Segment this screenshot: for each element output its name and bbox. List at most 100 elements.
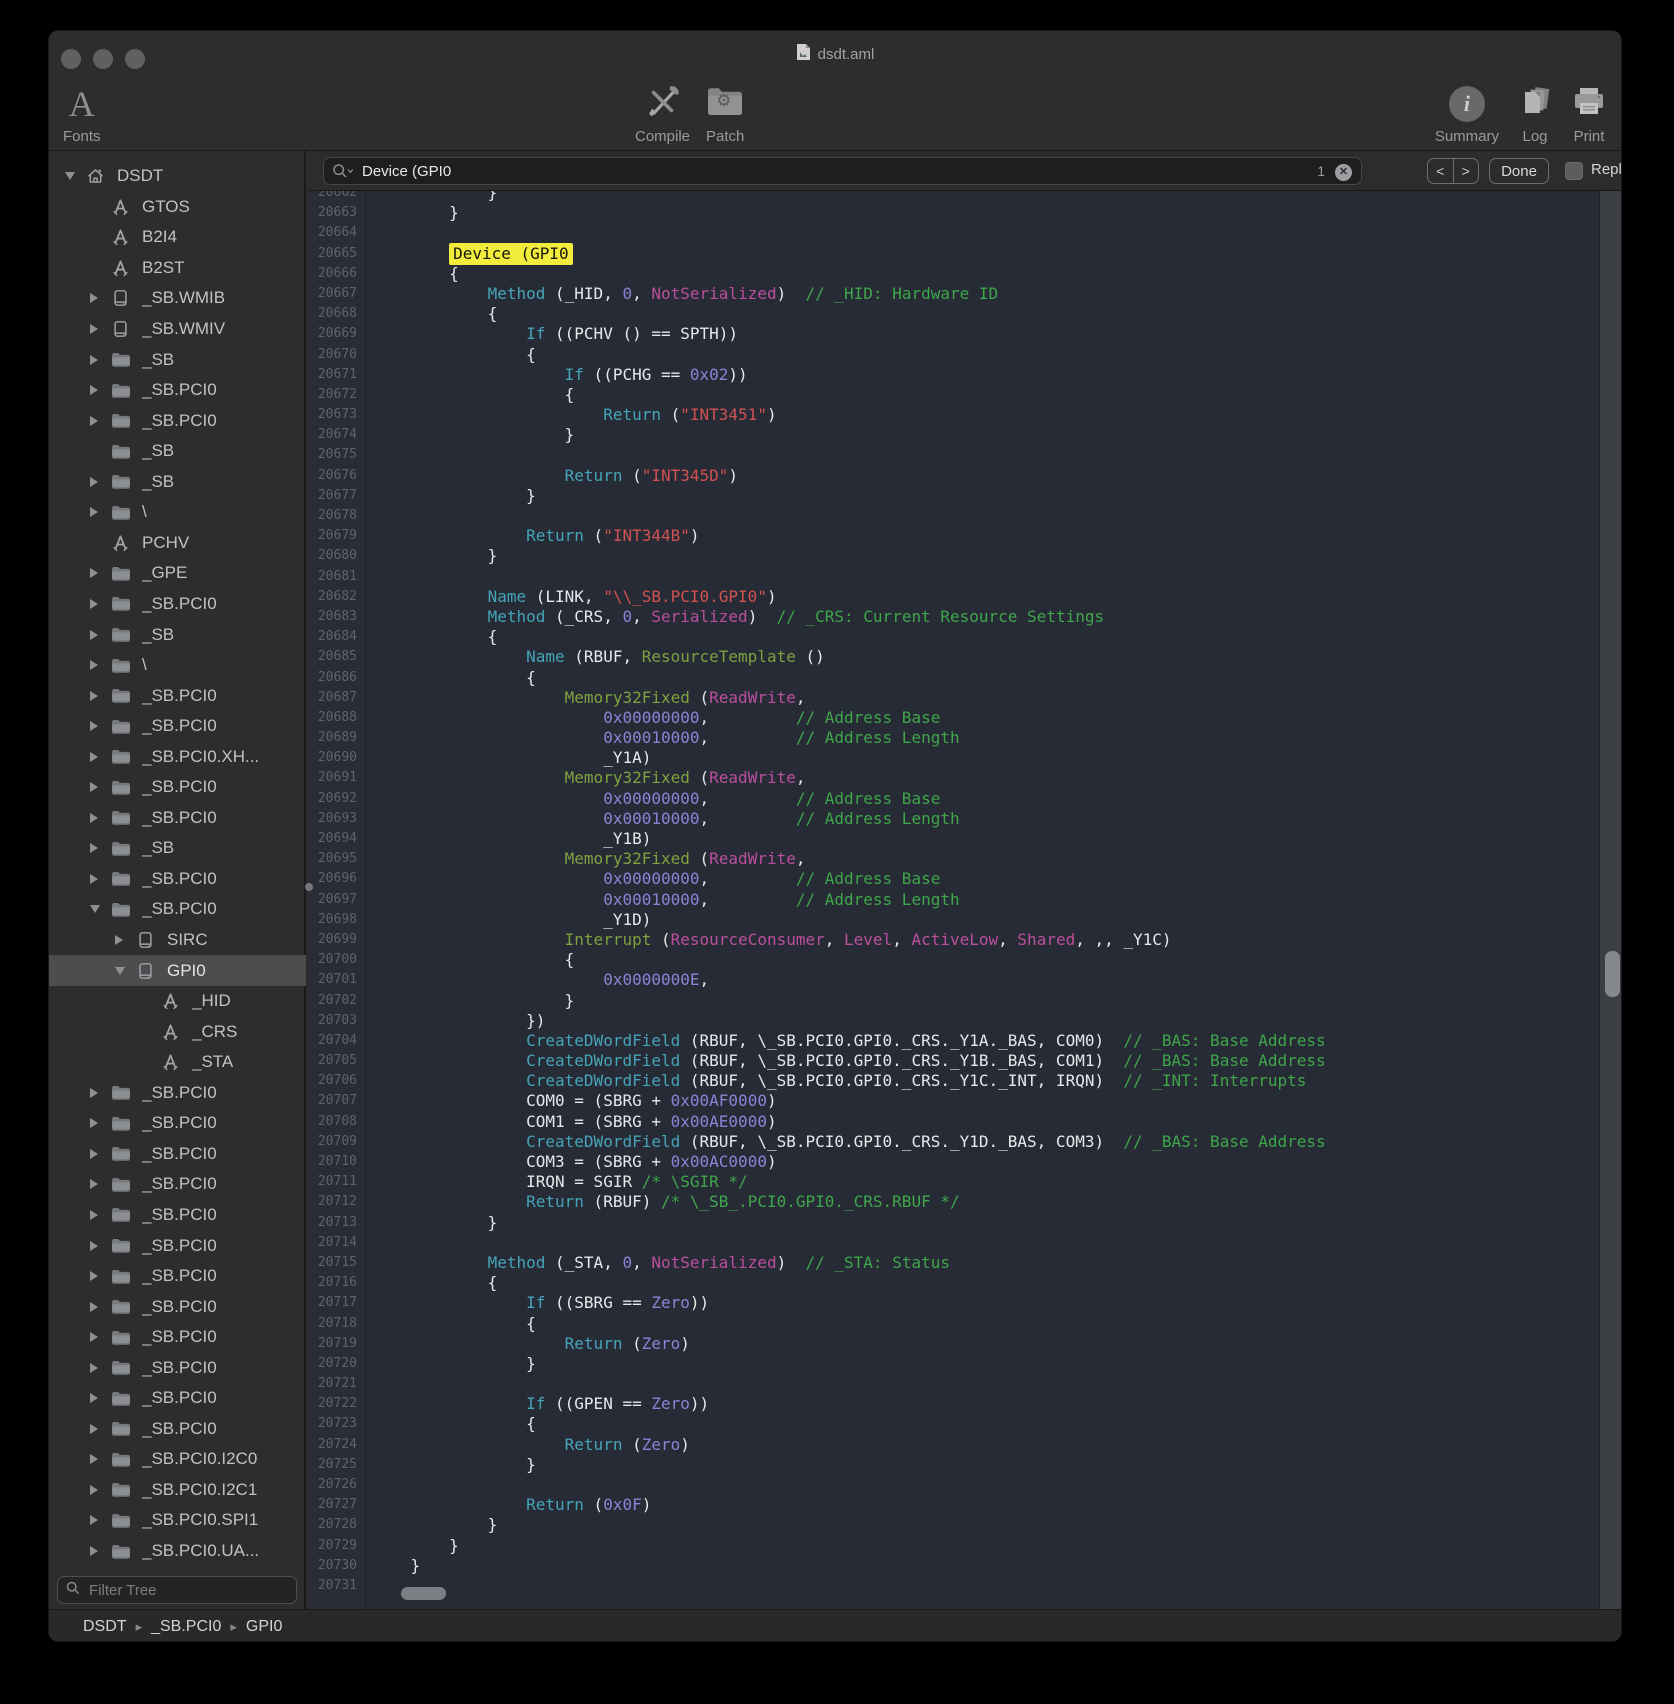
disclosure-triangle[interactable] <box>90 507 110 517</box>
sidebar-item-sb-pci0[interactable]: _SB.PCI0 <box>49 1139 306 1170</box>
search-menu-icon[interactable] <box>332 163 354 180</box>
disclosure-triangle[interactable] <box>115 967 135 975</box>
disclosure-triangle[interactable] <box>90 874 110 884</box>
done-button[interactable]: Done <box>1489 158 1549 184</box>
disclosure-triangle[interactable] <box>90 1485 110 1495</box>
filter-tree-input[interactable] <box>87 1581 277 1600</box>
breadcrumb-segment-scope[interactable]: _SB.PCI0 <box>151 1618 221 1636</box>
vertical-scrollbar-track[interactable] <box>1599 191 1622 1609</box>
sidebar-item-sta[interactable]: _STA <box>49 1047 306 1078</box>
disclosure-triangle[interactable] <box>90 416 110 426</box>
disclosure-triangle[interactable] <box>90 721 110 731</box>
sidebar-item-sb-pci0[interactable]: _SB.PCI0 <box>49 1352 306 1383</box>
sidebar-item-dsdt[interactable]: DSDT <box>49 161 306 192</box>
disclosure-triangle[interactable] <box>90 1302 110 1312</box>
disclosure-triangle[interactable] <box>90 1454 110 1464</box>
sidebar-item-sb-wmib[interactable]: _SB.WMIB <box>49 283 306 314</box>
sidebar-item-sb-pci0[interactable]: _SB.PCI0 <box>49 1261 306 1292</box>
disclosure-triangle[interactable] <box>90 905 110 913</box>
sidebar-item-sb-pci0-i2c1[interactable]: _SB.PCI0.I2C1 <box>49 1475 306 1506</box>
splitter-handle[interactable] <box>305 883 313 891</box>
sidebar-item-sb-pci0[interactable]: _SB.PCI0 <box>49 1322 306 1353</box>
sidebar-item-sb-pci0-spi1[interactable]: _SB.PCI0.SPI1 <box>49 1505 306 1536</box>
find-field[interactable]: 1 ✕ <box>323 157 1362 185</box>
disclosure-triangle[interactable] <box>90 691 110 701</box>
disclosure-triangle[interactable] <box>90 1179 110 1189</box>
sidebar-item-gtos[interactable]: GTOS <box>49 192 306 223</box>
sidebar-item-sb[interactable]: _SB <box>49 344 306 375</box>
print-button[interactable]: Print <box>1571 75 1607 145</box>
sidebar-item-sb-pci0[interactable]: _SB.PCI0 <box>49 803 306 834</box>
disclosure-triangle[interactable] <box>90 1210 110 1220</box>
disclosure-triangle[interactable] <box>90 1424 110 1434</box>
replace-checkbox[interactable] <box>1565 162 1583 180</box>
breadcrumb-segment-dsdt[interactable]: DSDT <box>83 1618 127 1636</box>
log-button[interactable]: Log <box>1517 75 1553 145</box>
summary-button[interactable]: i Summary <box>1435 75 1499 145</box>
sidebar-item-sb-pci0[interactable]: _SB.PCI0 <box>49 1291 306 1322</box>
disclosure-triangle[interactable] <box>65 172 85 180</box>
sidebar-item-b2i4[interactable]: B2I4 <box>49 222 306 253</box>
code-editor[interactable]: 2066220663206642066520666206672066820669… <box>308 191 1622 1609</box>
sidebar-item-sb-pci0[interactable]: _SB.PCI0 <box>49 1200 306 1231</box>
sidebar-item-sb-pci0[interactable]: _SB.PCI0 <box>49 1078 306 1109</box>
sidebar-item-sirc[interactable]: SIRC <box>49 925 306 956</box>
disclosure-triangle[interactable] <box>90 324 110 334</box>
patch-button[interactable]: ⚙ Patch <box>706 75 744 145</box>
sidebar-item-sb-pci0[interactable]: _SB.PCI0 <box>49 894 306 925</box>
compile-button[interactable]: Compile <box>635 75 690 145</box>
find-next-button[interactable]: > <box>1454 159 1479 183</box>
fonts-button[interactable]: A Fonts <box>63 75 101 145</box>
sidebar-item-sb[interactable]: _SB <box>49 436 306 467</box>
sidebar-item-sb-pci0[interactable]: _SB.PCI0 <box>49 405 306 436</box>
disclosure-triangle[interactable] <box>90 843 110 853</box>
disclosure-triangle[interactable] <box>90 813 110 823</box>
find-input[interactable] <box>360 158 1300 184</box>
sidebar-item-sb-pci0-xh[interactable]: _SB.PCI0.XH... <box>49 741 306 772</box>
disclosure-triangle[interactable] <box>90 1363 110 1373</box>
sidebar-item-sb[interactable]: _SB <box>49 833 306 864</box>
disclosure-triangle[interactable] <box>90 782 110 792</box>
disclosure-triangle[interactable] <box>90 1546 110 1556</box>
sidebar-item-sb-pci0[interactable]: _SB.PCI0 <box>49 1414 306 1445</box>
sidebar-item-gpi0[interactable]: GPI0 <box>49 955 306 986</box>
disclosure-triangle[interactable] <box>90 630 110 640</box>
sidebar-item-sb-pci0-i2c0[interactable]: _SB.PCI0.I2C0 <box>49 1444 306 1475</box>
code-column[interactable]: } } Device (GPI0 { Method (_HID, 0, NotS… <box>367 191 1599 1609</box>
sidebar-item-sb[interactable]: _SB <box>49 619 306 650</box>
sidebar-item-sb-wmiv[interactable]: _SB.WMIV <box>49 314 306 345</box>
sidebar-item-sb-pci0[interactable]: _SB.PCI0 <box>49 772 306 803</box>
sidebar-item-gpe[interactable]: _GPE <box>49 558 306 589</box>
disclosure-triangle[interactable] <box>90 1515 110 1525</box>
disclosure-triangle[interactable] <box>90 599 110 609</box>
sidebar-item-sb[interactable]: _SB <box>49 467 306 498</box>
sidebar-item-b2st[interactable]: B2ST <box>49 253 306 284</box>
sidebar-item-sb-pci0[interactable]: _SB.PCI0 <box>49 864 306 895</box>
sidebar-item-sb-pci0[interactable]: _SB.PCI0 <box>49 1108 306 1139</box>
disclosure-triangle[interactable] <box>90 355 110 365</box>
disclosure-triangle[interactable] <box>90 1241 110 1251</box>
horizontal-scrollbar-thumb[interactable] <box>401 1587 446 1600</box>
breadcrumb-segment-device[interactable]: GPI0 <box>246 1618 282 1636</box>
disclosure-triangle[interactable] <box>90 1271 110 1281</box>
filter-tree-field[interactable] <box>57 1576 297 1604</box>
find-previous-button[interactable]: < <box>1428 159 1454 183</box>
sidebar-item-sb-pci0[interactable]: _SB.PCI0 <box>49 711 306 742</box>
sidebar-item-sb-pci0[interactable]: _SB.PCI0 <box>49 1383 306 1414</box>
sidebar-item-sb-pci0[interactable]: _SB.PCI0 <box>49 375 306 406</box>
disclosure-triangle[interactable] <box>90 385 110 395</box>
sidebar-item-sb-pci0-ua[interactable]: _SB.PCI0.UA... <box>49 1536 306 1567</box>
sidebar-item-crs[interactable]: _CRS <box>49 1016 306 1047</box>
sidebar-item-hid[interactable]: _HID <box>49 986 306 1017</box>
sidebar-tree[interactable]: DSDTGTOSB2I4B2ST_SB.WMIB_SB.WMIV_SB_SB.P… <box>49 151 306 1571</box>
sidebar-item-sb-pci0[interactable]: _SB.PCI0 <box>49 680 306 711</box>
disclosure-triangle[interactable] <box>90 1118 110 1128</box>
disclosure-triangle[interactable] <box>90 293 110 303</box>
sidebar-item-[interactable]: \ <box>49 497 306 528</box>
disclosure-triangle[interactable] <box>90 1332 110 1342</box>
clear-search-icon[interactable]: ✕ <box>1335 164 1352 181</box>
disclosure-triangle[interactable] <box>90 752 110 762</box>
sidebar-item-sb-pci0[interactable]: _SB.PCI0 <box>49 589 306 620</box>
disclosure-triangle[interactable] <box>90 1088 110 1098</box>
sidebar-item-[interactable]: \ <box>49 650 306 681</box>
